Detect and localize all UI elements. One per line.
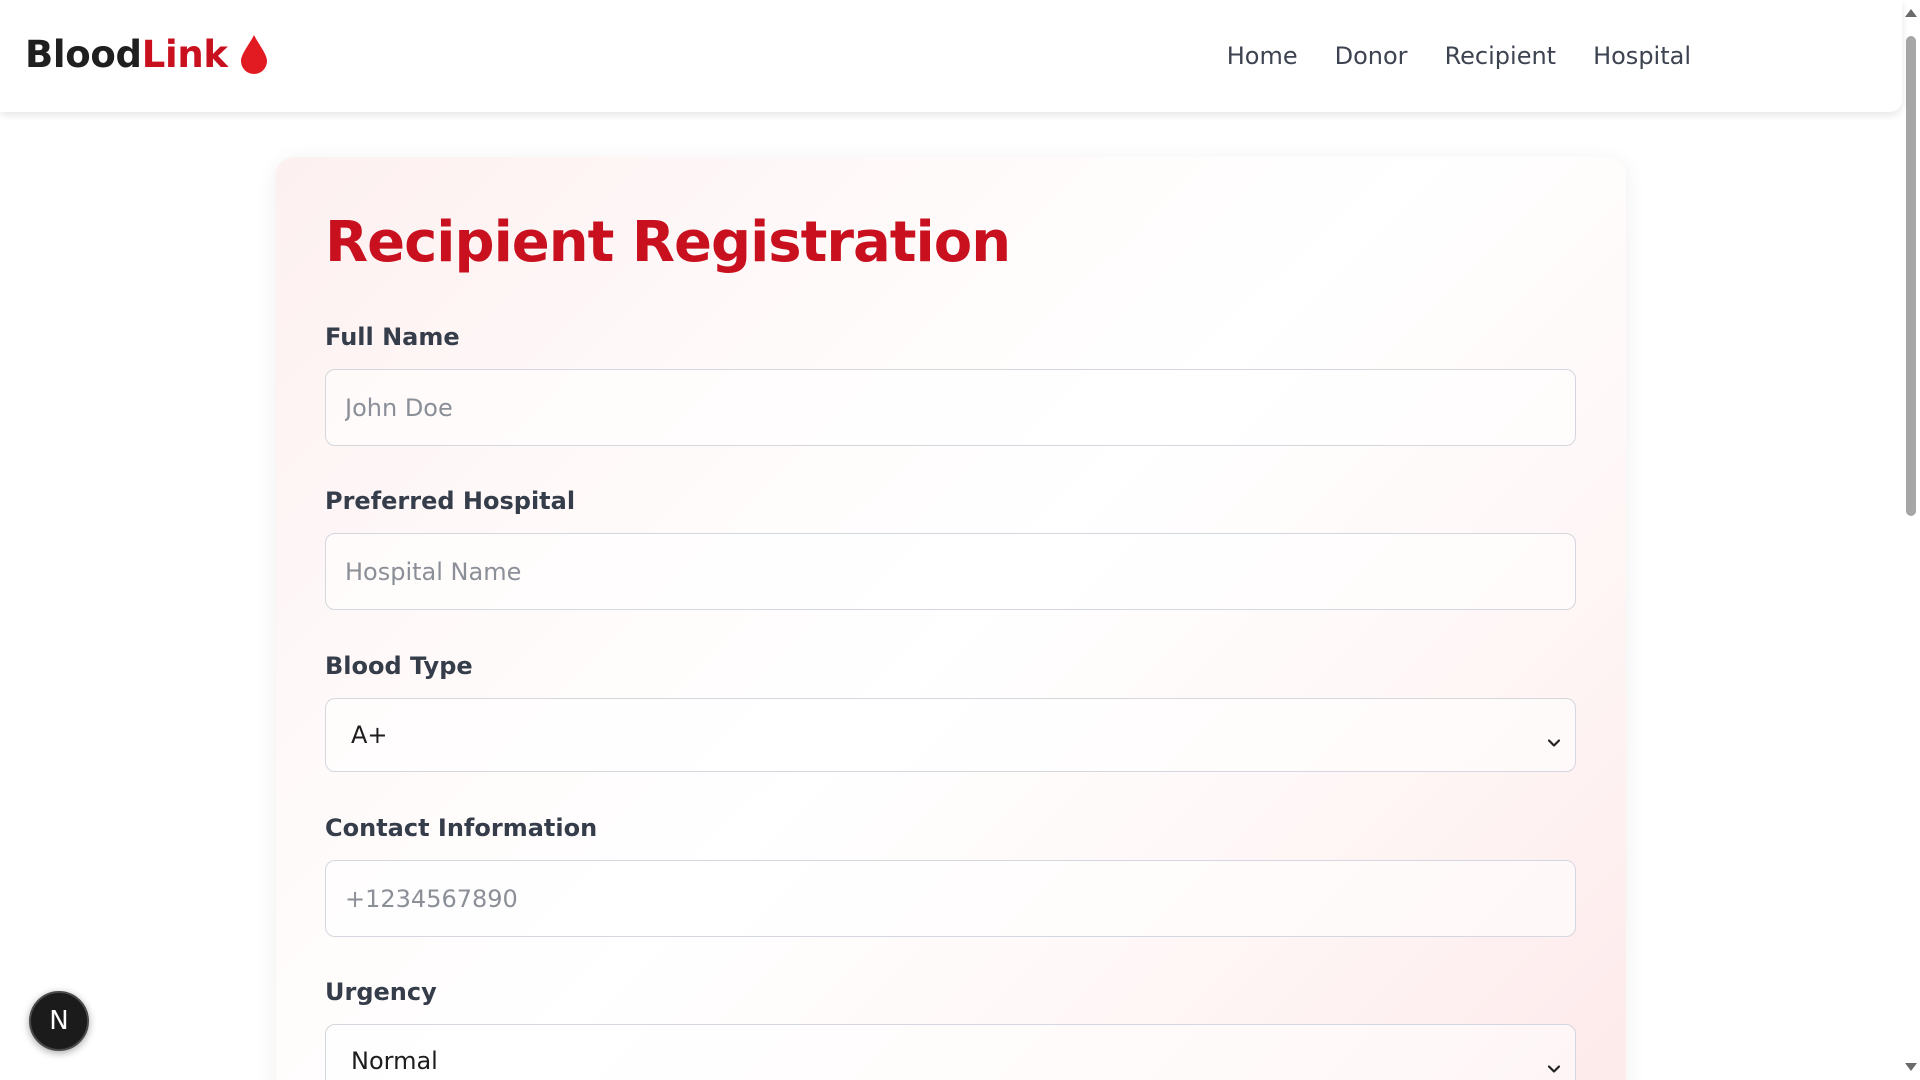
blood-type-select[interactable]: A+ <box>325 698 1576 772</box>
nav-donor[interactable]: Donor <box>1335 38 1408 74</box>
scroll-down-arrow-icon[interactable] <box>1905 1063 1917 1071</box>
brand-name-part2: Link <box>141 33 228 76</box>
contact-information-input[interactable] <box>325 860 1576 937</box>
chevron-down-icon <box>1547 1054 1561 1073</box>
preferred-hospital-input[interactable] <box>325 533 1576 610</box>
nav-home[interactable]: Home <box>1227 38 1298 74</box>
nav-recipient[interactable]: Recipient <box>1445 38 1557 74</box>
blood-drop-icon <box>240 34 268 74</box>
page: BloodLink Home Donor Recipient Hospital … <box>0 0 1920 1080</box>
blood-type-label: Blood Type <box>325 652 473 680</box>
contact-information-label: Contact Information <box>325 814 598 842</box>
urgency-selected-value: Normal <box>351 1047 438 1075</box>
page-title: Recipient Registration <box>325 210 1011 275</box>
full-name-input[interactable] <box>325 369 1576 446</box>
framework-badge-button[interactable]: N <box>29 991 89 1051</box>
full-name-label: Full Name <box>325 323 460 351</box>
urgency-select[interactable]: Normal <box>325 1024 1576 1080</box>
navbar: BloodLink Home Donor Recipient Hospital <box>0 0 1902 112</box>
nav-hospital[interactable]: Hospital <box>1593 38 1691 74</box>
urgency-label: Urgency <box>325 978 437 1006</box>
page-scrollbar[interactable] <box>1902 0 1920 1080</box>
chevron-down-icon <box>1547 728 1561 747</box>
scrollbar-thumb[interactable] <box>1906 36 1916 516</box>
registration-card: Recipient Registration Full Name Preferr… <box>276 157 1626 1080</box>
brand-logo[interactable]: BloodLink <box>25 31 268 79</box>
main-nav: Home Donor Recipient Hospital <box>1227 38 1691 74</box>
preferred-hospital-label: Preferred Hospital <box>325 487 576 515</box>
blood-type-selected-value: A+ <box>351 721 388 749</box>
brand-name-part1: Blood <box>25 33 142 76</box>
scroll-up-arrow-icon[interactable] <box>1905 9 1917 17</box>
